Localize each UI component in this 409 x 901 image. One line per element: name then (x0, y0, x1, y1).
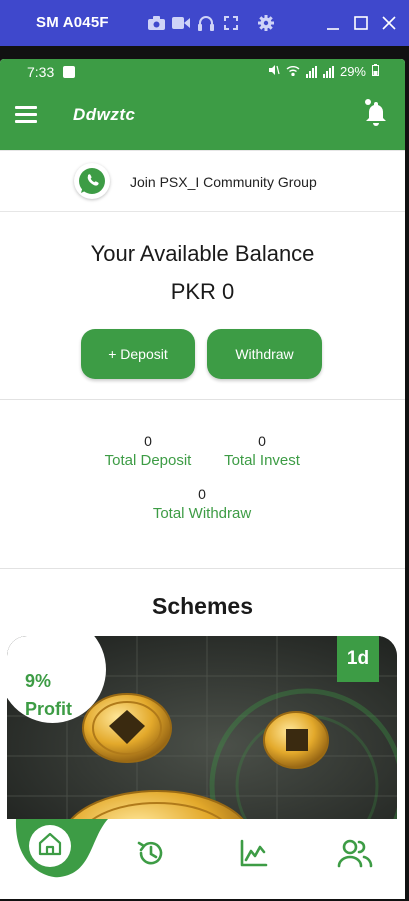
bottom-nav (0, 819, 405, 899)
profit-word: Profit (25, 699, 72, 719)
battery-level: 29% (339, 64, 366, 79)
window-title: SM A045F (36, 14, 109, 31)
status-time: 7:33 (27, 64, 55, 80)
nav-history-button[interactable] (131, 835, 171, 875)
app-bar: Ddwztc (0, 86, 405, 150)
schemes-title: Schemes (151, 593, 253, 619)
total-withdraw-label: Total Withdraw (152, 505, 252, 522)
signal-icon-2 (322, 65, 334, 78)
community-group-label: Join PSX_I Community Group (130, 174, 317, 190)
withdraw-button[interactable]: Withdraw (207, 329, 322, 379)
camera-icon[interactable] (146, 13, 166, 33)
notification-icon (63, 66, 75, 78)
settings-icon[interactable] (256, 13, 276, 33)
nav-home-button[interactable] (29, 825, 71, 867)
profit-percent: 9% (25, 671, 52, 691)
device-frame: 7:33 29% Ddwztc Join PSX_I Community Gro… (0, 46, 409, 901)
fullscreen-icon[interactable] (221, 13, 241, 33)
app-title: Ddwztc (73, 105, 136, 124)
maximize-icon[interactable] (350, 12, 372, 34)
battery-icon (372, 64, 379, 79)
menu-icon[interactable] (15, 106, 37, 124)
minimize-icon[interactable] (322, 12, 344, 34)
balance-title: Your Available Balance (90, 241, 315, 266)
wifi-icon (286, 64, 300, 79)
total-deposit-stat: 0 Total Deposit (96, 433, 200, 469)
scheme-card[interactable]: 9% Profit 1d (7, 636, 397, 836)
signal-icon (305, 65, 317, 78)
emulator-title-bar: SM A045F (0, 0, 409, 46)
deposit-button[interactable]: + Deposit (81, 329, 195, 379)
device-screen: 7:33 29% Ddwztc Join PSX_I Community Gro… (0, 59, 405, 899)
mute-icon (268, 64, 280, 79)
total-deposit-value: 0 (144, 433, 152, 449)
total-invest-stat: 0 Total Invest (214, 433, 310, 469)
headphones-icon[interactable] (196, 13, 216, 33)
total-withdraw-value: 0 (198, 486, 206, 502)
total-invest-value: 0 (258, 433, 266, 449)
nav-team-button[interactable] (335, 835, 375, 875)
balance-amount: PKR 0 (170, 279, 235, 304)
status-indicators: 29% (268, 64, 379, 79)
nav-chart-button[interactable] (234, 835, 274, 875)
history-icon (135, 837, 167, 874)
notification-bell-icon[interactable] (363, 97, 389, 127)
chart-icon (239, 838, 269, 873)
community-group-link[interactable]: Join PSX_I Community Group (0, 150, 405, 212)
total-deposit-label: Total Deposit (104, 452, 192, 469)
home-icon (37, 831, 63, 862)
divider (0, 568, 405, 569)
team-icon (337, 838, 373, 873)
duration-tag: 1d (337, 636, 379, 682)
total-invest-label: Total Invest (224, 452, 300, 469)
profit-text: 9% Profit (25, 667, 72, 723)
divider (0, 399, 405, 400)
status-bar: 7:33 29% (0, 59, 405, 86)
close-icon[interactable] (378, 12, 400, 34)
whatsapp-icon (74, 163, 110, 199)
video-icon[interactable] (171, 13, 191, 33)
total-withdraw-stat: 0 Total Withdraw (132, 486, 272, 522)
